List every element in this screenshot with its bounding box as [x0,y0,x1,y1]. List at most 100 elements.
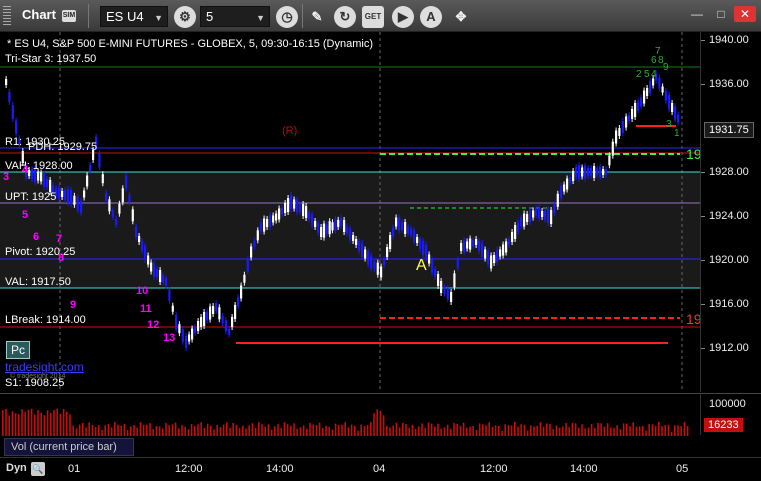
volume-bar [56,408,58,436]
volume-bar [360,424,362,436]
alert-icon[interactable]: A [420,6,442,28]
clock-icon[interactable]: ◷ [276,6,298,28]
volume-bar [315,425,318,436]
volume-bar [82,423,84,436]
time-tick-label: 14:00 [570,463,598,475]
volume-bar [514,422,516,436]
volume-bar [594,428,596,436]
volume-bar [293,423,295,436]
volume-bar [66,411,68,436]
volume-bar [450,429,452,436]
volume-bar [626,423,628,436]
volume-bar [43,415,46,436]
volume-bar [91,425,94,436]
volume-bar [414,429,417,436]
minimize-button[interactable]: — [686,6,708,22]
volume-bar [584,428,586,436]
volume-current-box: 16233 [704,418,743,432]
pc-button[interactable]: Pc [6,341,30,359]
volume-bar [530,425,532,436]
volume-bar [341,424,343,436]
volume-bar [274,426,276,436]
price-tick-label: 1920.00 [709,254,749,266]
volume-bar [680,426,682,436]
volume-tick-label: 100000 [709,398,746,410]
volume-bar [382,415,385,436]
volume-bar [398,427,401,436]
volume-bar [318,422,321,436]
volume-panel[interactable] [0,393,700,436]
volume-bar [469,426,471,436]
volume-bar [190,423,193,436]
volume-bar [270,429,273,436]
volume-bar [517,426,519,436]
play-icon[interactable]: ▶ [392,6,414,28]
count-label: 6 [651,55,657,66]
volume-axis: 100000 16233 [700,393,761,435]
volume-bar [34,414,36,436]
volume-bar [30,408,33,436]
volume-bar [642,426,644,436]
volume-bar [389,427,391,436]
volume-bar [328,426,330,436]
time-axis[interactable]: Dyn 🔍 01 12:00 14:00 04 12:00 14:00 05 [0,457,761,481]
volume-bar [482,424,484,436]
volume-bar [24,412,26,436]
volume-bar [405,424,407,436]
price-tick-label: 1916.00 [709,298,749,310]
symbol-select[interactable]: ES U4 ▼ [100,6,168,27]
volume-bar [424,428,426,436]
get-icon[interactable]: GET [362,6,384,28]
axis-tick [701,84,705,85]
toolbar-divider [88,4,89,28]
volume-bar [402,422,404,436]
volume-bar [437,423,439,436]
volume-bar [133,425,135,436]
close-button[interactable]: ✕ [734,6,756,22]
volume-bar [280,428,282,436]
pencil-icon[interactable]: ✎ [306,6,328,28]
maximize-button[interactable]: □ [710,6,732,22]
price-chart[interactable]: * ES U4, S&P 500 E-MINI FUTURES - GLOBEX… [0,32,702,392]
volume-bar [187,429,190,436]
volume-bar [21,409,23,436]
chevron-down-icon: ▼ [256,13,265,23]
volume-canvas [2,408,689,436]
volume-bar [322,428,324,436]
volume-bar [312,424,314,436]
volume-bar [216,425,218,436]
volume-bar [510,425,513,436]
volume-bar [101,429,103,436]
volume-bar [526,430,529,436]
grip-handle[interactable] [3,6,11,26]
volume-bar [146,424,148,436]
gear-icon[interactable]: ⚙ [174,6,196,28]
level-label-lbreak: LBreak: 1914.00 [5,314,86,326]
volume-bar [466,427,468,436]
volume-study-label[interactable]: Vol (current price bar) [4,438,134,456]
volume-bar [658,422,660,436]
volume-bar [494,425,497,436]
volume-bar [434,426,436,436]
volume-bar [677,425,679,436]
volume-bar [245,428,247,436]
count-label: 5 [22,209,29,221]
watermark-link[interactable]: tradesight.com [5,360,84,374]
volume-bar [229,427,231,436]
volume-bar [299,427,302,436]
volume-bar [344,422,346,436]
crosshair-icon[interactable]: ✥ [450,6,472,28]
volume-bar [37,410,39,436]
volume-bar [219,427,222,436]
volume-bar [110,427,113,436]
volume-bar [558,427,561,436]
volume-bar [667,424,670,436]
interval-select[interactable]: 5 ▼ [200,6,270,27]
zoom-icon[interactable]: 🔍 [31,462,45,476]
volume-bar [104,425,106,436]
refresh-icon[interactable]: ↻ [334,6,356,28]
volume-bar [542,426,545,436]
price-axis[interactable]: 1940.00 1936.00 1928.00 1924.00 1920.00 … [700,32,761,392]
volume-bar [629,426,631,436]
volume-bar [443,427,446,436]
